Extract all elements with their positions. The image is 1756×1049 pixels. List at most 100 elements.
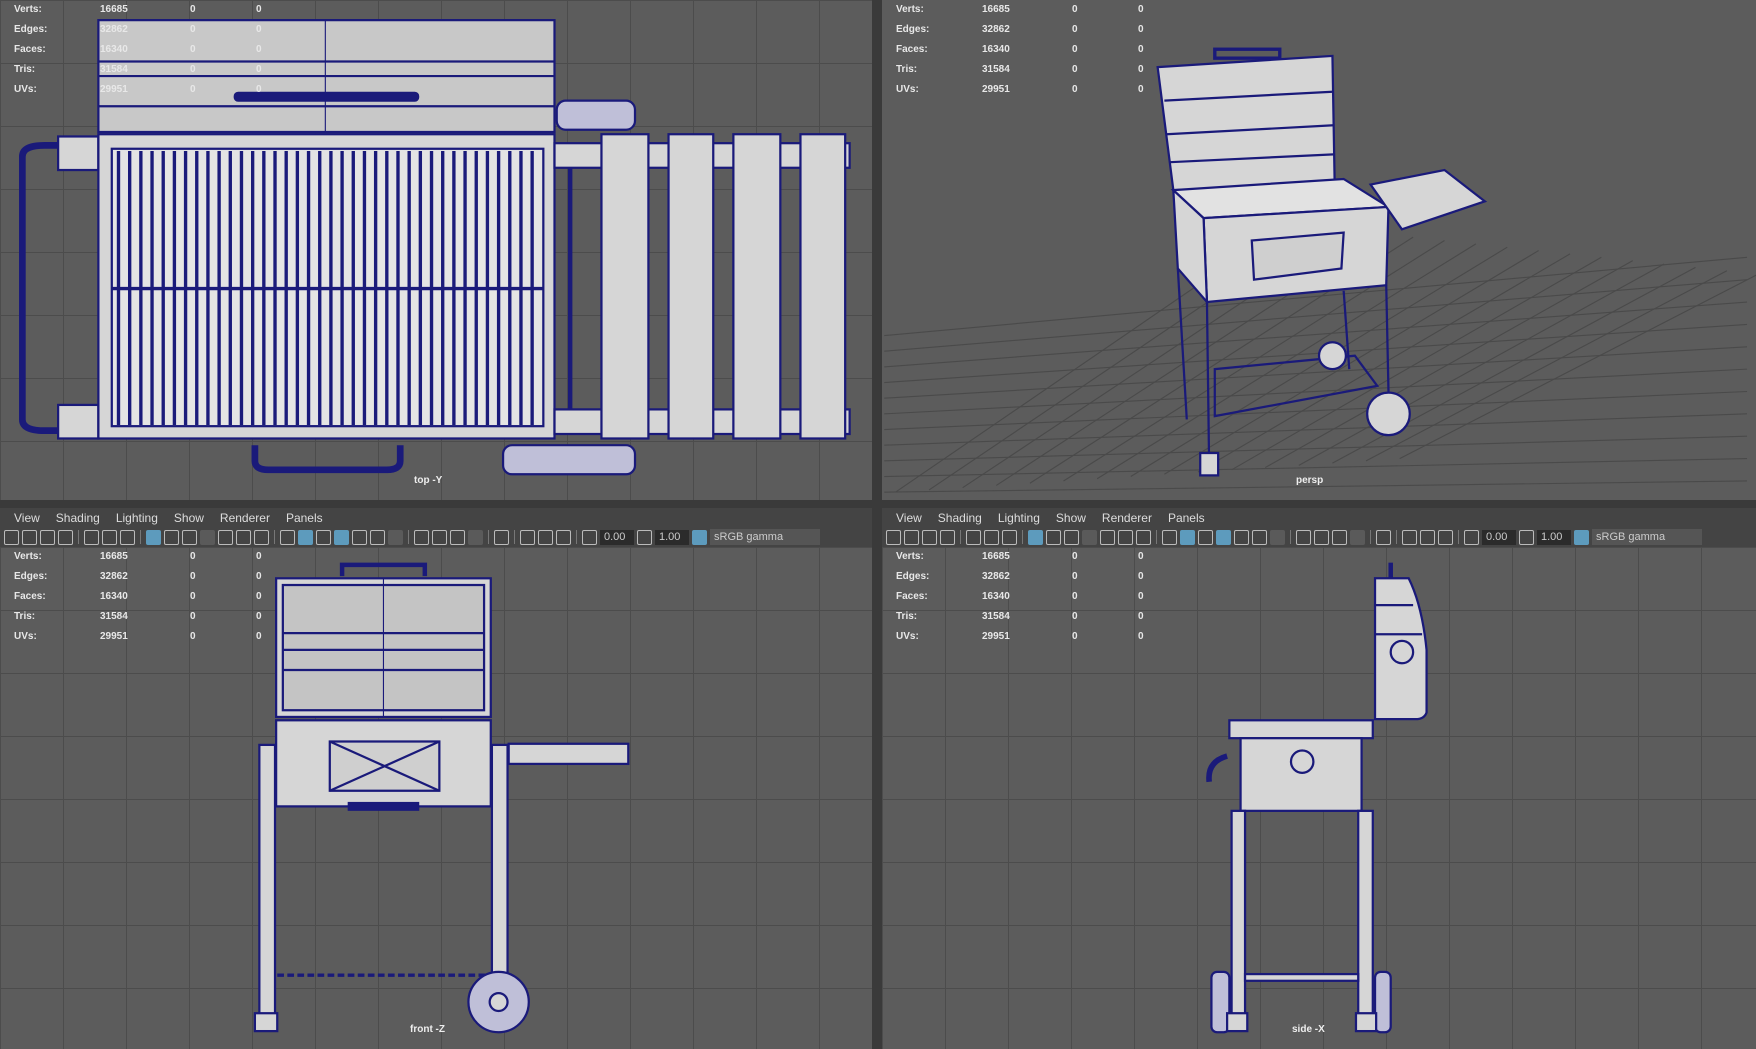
toolbar-tool-icon[interactable]: [120, 529, 135, 545]
toolbar-tool-icon[interactable]: [1046, 529, 1061, 545]
toolbar-tool-icon[interactable]: [1296, 529, 1311, 545]
hud-v3: 0: [256, 4, 262, 15]
hud-row: Edges: 32862 0 0: [896, 20, 1156, 40]
toolbar-tool-icon[interactable]: [370, 529, 385, 545]
toolbar-separator: [1396, 530, 1397, 544]
toolbar-tool-icon[interactable]: [886, 529, 901, 545]
toolbar-tool-icon[interactable]: [1002, 529, 1017, 545]
toolbar-tool-icon[interactable]: [1376, 529, 1391, 545]
toolbar-tool-icon[interactable]: [1314, 529, 1329, 545]
viewport-persp[interactable]: Verts: 16685 0 0 Edges: 32862 0 0 Faces: 16340 0 0 T…: [882, 0, 1756, 500]
menu-item[interactable]: Renderer: [212, 511, 278, 525]
toolbar-tool-icon[interactable]: [40, 529, 55, 545]
toolbar-tool-icon[interactable]: [1082, 529, 1097, 545]
gamma-field[interactable]: 1.00: [655, 529, 689, 545]
hud-v1: 31584: [982, 64, 1010, 75]
menu-item[interactable]: View: [888, 511, 930, 525]
toolbar-tool-icon[interactable]: [218, 529, 233, 545]
toolbar-tool-icon[interactable]: [450, 529, 465, 545]
toolbar-tool-icon[interactable]: [84, 529, 99, 545]
color-space-select[interactable]: sRGB gamma: [710, 529, 820, 545]
toolbar-tool-icon[interactable]: [432, 529, 447, 545]
toolbar-tool-icon[interactable]: [1402, 529, 1417, 545]
toolbar-tool-icon[interactable]: [22, 529, 37, 545]
toolbar-tool-icon[interactable]: [1420, 529, 1435, 545]
viewport-front[interactable]: Verts: 16685 0 0 Edges: 32862 0 0 Faces: 16340 0 0 T…: [0, 547, 872, 1049]
toolbar-tool-icon[interactable]: [1136, 529, 1151, 545]
toolbar-tool-icon[interactable]: [1438, 529, 1453, 545]
toolbar-tool-icon[interactable]: [182, 529, 197, 545]
toolbar-tool-icon[interactable]: [966, 529, 981, 545]
toolbar-tool-icon[interactable]: [334, 529, 349, 545]
gamma-field[interactable]: 1.00: [1537, 529, 1571, 545]
toolbar-tool-icon[interactable]: [164, 529, 179, 545]
hud-row: Tris: 31584 0 0: [896, 607, 1156, 627]
toolbar-tool-icon[interactable]: [236, 529, 251, 545]
toolbar-tool-icon[interactable]: [1028, 529, 1043, 545]
menu-item[interactable]: Show: [166, 511, 212, 525]
color-management-icon[interactable]: [1574, 529, 1589, 545]
toolbar-tool-icon[interactable]: [4, 529, 19, 545]
menu-item[interactable]: Lighting: [990, 511, 1048, 525]
toolbar-tool-icon[interactable]: [1180, 529, 1195, 545]
toolbar-tool-icon[interactable]: [1064, 529, 1079, 545]
toolbar-tool-icon[interactable]: [940, 529, 955, 545]
toolbar-tool-icon[interactable]: [538, 529, 553, 545]
toolbar-tool-icon[interactable]: [556, 529, 571, 545]
toolbar-tool-icon[interactable]: [58, 529, 73, 545]
toolbar-tool-icon[interactable]: [1118, 529, 1133, 545]
toolbar-tool-icon[interactable]: [984, 529, 999, 545]
toolbar-tool-icon[interactable]: [388, 529, 403, 545]
exposure-icon[interactable]: [1464, 529, 1479, 545]
toolbar-tool-icon[interactable]: [146, 529, 161, 545]
toolbar-tool-icon[interactable]: [494, 529, 509, 545]
toolbar-tool-icon[interactable]: [200, 529, 215, 545]
color-space-select[interactable]: sRGB gamma: [1592, 529, 1702, 545]
toolbar-tool-icon[interactable]: [102, 529, 117, 545]
menu-item[interactable]: Shading: [930, 511, 990, 525]
exposure-icon[interactable]: [582, 529, 597, 545]
menu-item[interactable]: Lighting: [108, 511, 166, 525]
toolbar-tool-icon[interactable]: [298, 529, 313, 545]
menu-item[interactable]: Renderer: [1094, 511, 1160, 525]
hud-v3: 0: [256, 591, 262, 602]
toolbar-tool-icon[interactable]: [1270, 529, 1285, 545]
toolbar-tool-icon[interactable]: [316, 529, 331, 545]
menu-item[interactable]: Panels: [278, 511, 331, 525]
menu-item[interactable]: View: [6, 511, 48, 525]
viewport-top[interactable]: Verts: 16685 0 0 Edges: 32862 0 0 Faces: 16340 0 0 T…: [0, 0, 872, 500]
toolbar-tool-icon[interactable]: [352, 529, 367, 545]
menu-item[interactable]: Panels: [1160, 511, 1213, 525]
hud-v2: 0: [190, 591, 196, 602]
hud-row: Faces: 16340 0 0: [14, 587, 274, 607]
poly-count-hud: Verts: 16685 0 0 Edges: 32862 0 0 Faces: 16340 0 0 T…: [896, 547, 1156, 647]
gamma-icon[interactable]: [1519, 529, 1534, 545]
toolbar-tool-icon[interactable]: [1332, 529, 1347, 545]
toolbar-tool-icon[interactable]: [414, 529, 429, 545]
toolbar-tool-icon[interactable]: [280, 529, 295, 545]
toolbar-tool-icon[interactable]: [1350, 529, 1365, 545]
hud-v1: 16340: [982, 44, 1010, 55]
toolbar-tool-icon[interactable]: [1234, 529, 1249, 545]
toolbar-tool-icon[interactable]: [254, 529, 269, 545]
hud-label: UVs:: [14, 84, 37, 95]
panel-menubar: View Shading Lighting Show Renderer Panels: [0, 508, 872, 528]
hud-v1: 16340: [100, 591, 128, 602]
toolbar-tool-icon[interactable]: [1100, 529, 1115, 545]
toolbar-tool-icon[interactable]: [1252, 529, 1267, 545]
menu-item[interactable]: Show: [1048, 511, 1094, 525]
toolbar-tool-icon[interactable]: [1198, 529, 1213, 545]
toolbar-tool-icon[interactable]: [922, 529, 937, 545]
menu-item[interactable]: Shading: [48, 511, 108, 525]
toolbar-tool-icon[interactable]: [468, 529, 483, 545]
toolbar-tool-icon[interactable]: [904, 529, 919, 545]
toolbar-tool-icon[interactable]: [1162, 529, 1177, 545]
toolbar-tool-icon[interactable]: [1216, 529, 1231, 545]
toolbar-tool-icon[interactable]: [520, 529, 535, 545]
exposure-field[interactable]: 0.00: [600, 529, 634, 545]
exposure-field[interactable]: 0.00: [1482, 529, 1516, 545]
viewport-side[interactable]: Verts: 16685 0 0 Edges: 32862 0 0 Faces: 16340 0 0 T…: [882, 547, 1756, 1049]
hud-row: UVs: 29951 0 0: [14, 80, 274, 100]
gamma-icon[interactable]: [637, 529, 652, 545]
color-management-icon[interactable]: [692, 529, 707, 545]
